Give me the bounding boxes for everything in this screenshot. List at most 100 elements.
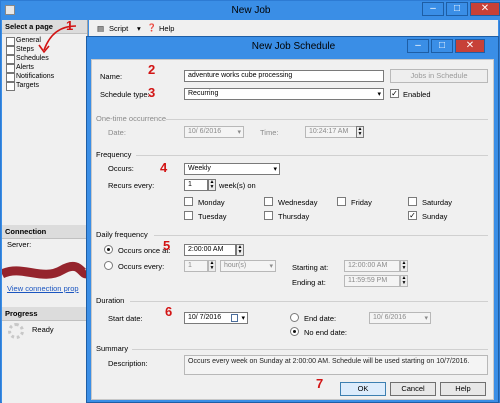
schedule-type-label: Schedule type: xyxy=(100,90,150,99)
daily-frequency-divider xyxy=(154,235,488,236)
frequency-header: Frequency xyxy=(96,150,132,159)
server-label: Server: xyxy=(7,240,32,249)
ok-button[interactable]: OK xyxy=(340,382,386,396)
occurs-select[interactable]: Weekly ▾ xyxy=(184,163,280,175)
annotation-4: 4 xyxy=(160,160,168,175)
enabled-checkbox[interactable]: ✓ xyxy=(390,89,399,98)
recurs-every-input[interactable]: 1 xyxy=(184,179,208,191)
dialog-body: Name: adventure works cube processing Jo… xyxy=(91,59,494,400)
start-date-value: 10/ 7/2016 xyxy=(188,314,222,321)
end-date-radio[interactable] xyxy=(290,313,299,322)
ending-at-input[interactable]: 11:59:59 PM xyxy=(344,275,400,287)
starting-at-spinner[interactable]: ▲ ▼ xyxy=(400,260,408,272)
monday-checkbox[interactable] xyxy=(184,197,193,206)
one-time-time-spinner[interactable]: ▲ ▼ xyxy=(356,126,364,138)
annotation-arrow xyxy=(38,25,77,54)
schedule-type-select[interactable]: Recurring ▾ xyxy=(184,88,384,100)
sunday-checkbox[interactable]: ✓ xyxy=(408,211,417,220)
thursday-checkbox[interactable] xyxy=(264,211,273,220)
chevron-down-icon: ▾ xyxy=(269,263,273,270)
help-button[interactable]: Help xyxy=(159,24,174,33)
close-button[interactable]: ✕ xyxy=(470,2,500,16)
occurs-every-radio[interactable] xyxy=(104,261,113,270)
one-time-date-input[interactable]: 10/ 6/2016 ▾ xyxy=(184,126,244,138)
chevron-down-icon[interactable]: ▾ xyxy=(137,24,141,33)
enabled-label: Enabled xyxy=(403,90,431,99)
daily-frequency-header: Daily frequency xyxy=(96,230,148,239)
occurs-every-spinner[interactable]: ▲ ▼ xyxy=(208,260,216,272)
occurs-once-spinner[interactable]: ▲ ▼ xyxy=(236,244,244,256)
cancel-button[interactable]: Cancel xyxy=(390,382,436,396)
occurs-every-input[interactable]: 1 xyxy=(184,260,208,272)
schedule-type-value: Recurring xyxy=(188,90,219,97)
one-time-time-input[interactable]: 10:24:17 AM xyxy=(305,126,357,138)
dialog-maximize-button[interactable]: □ xyxy=(431,39,453,53)
tuesday-checkbox[interactable] xyxy=(184,211,193,220)
script-icon: ▤ xyxy=(97,24,105,33)
annotation-6: 6 xyxy=(165,304,173,319)
summary-divider xyxy=(132,349,488,350)
one-time-date-value: 10/ 6/2016 xyxy=(188,128,222,135)
saturday-checkbox[interactable] xyxy=(408,197,417,206)
wednesday-checkbox[interactable] xyxy=(264,197,273,206)
summary-header: Summary xyxy=(96,344,129,353)
script-button[interactable]: Script xyxy=(109,24,128,33)
end-date-value: 10/ 6/2016 xyxy=(373,314,407,321)
one-time-divider xyxy=(166,119,488,120)
calendar-dropdown-icon: ▾ xyxy=(237,129,241,136)
recurs-every-spinner[interactable]: ▲ ▼ xyxy=(208,179,216,191)
friday-label: Friday xyxy=(351,198,372,207)
recurs-every-label: Recurs every: xyxy=(108,181,155,190)
no-end-date-radio[interactable] xyxy=(290,327,299,336)
dialog-controls: – □ ✕ xyxy=(405,39,485,53)
progress-status: Ready xyxy=(32,325,54,334)
one-time-header: One-time occurrence xyxy=(96,114,167,123)
view-connection-link[interactable]: View connection prop xyxy=(7,284,79,293)
back-window-controls: – □ ✕ xyxy=(420,2,500,16)
page-selector-panel: Select a page General Steps Schedules Al… xyxy=(0,20,92,403)
thursday-label: Thursday xyxy=(278,212,310,221)
recurs-unit-label: week(s) on xyxy=(219,181,256,190)
one-time-time-label: Time: xyxy=(260,128,279,137)
description-text: Occurs every week on Sunday at 2:00:00 A… xyxy=(184,355,488,375)
name-input[interactable]: adventure works cube processing xyxy=(184,70,384,82)
friday-checkbox[interactable] xyxy=(337,197,346,206)
help-button-dialog[interactable]: Help xyxy=(440,382,486,396)
annotation-3: 3 xyxy=(148,85,156,100)
end-date-input[interactable]: 10/ 6/2016 ▾ xyxy=(369,312,431,324)
annotation-7: 7 xyxy=(316,376,324,391)
progress-spinner-icon xyxy=(8,323,24,339)
occurs-once-input[interactable]: 2:00:00 AM xyxy=(184,244,236,256)
nav-notifications[interactable]: Notifications xyxy=(2,72,87,82)
chevron-down-icon: ▾ xyxy=(424,315,428,322)
jobs-in-schedule-button[interactable]: Jobs in Schedule xyxy=(390,69,488,83)
name-label: Name: xyxy=(100,72,123,81)
nav-targets[interactable]: Targets xyxy=(2,81,87,91)
occurs-every-label: Occurs every: xyxy=(118,262,165,271)
occurs-label: Occurs: xyxy=(108,164,134,173)
occurs-value: Weekly xyxy=(188,165,211,172)
starting-at-input[interactable]: 12:00:00 AM xyxy=(344,260,400,272)
description-label: Description: xyxy=(108,359,148,368)
occurs-every-unit-select[interactable]: hour(s) ▾ xyxy=(220,260,276,272)
dialog-minimize-button[interactable]: – xyxy=(407,39,429,53)
minimize-button[interactable]: – xyxy=(422,2,444,16)
no-end-date-label: No end date: xyxy=(304,328,347,337)
nav-alerts[interactable]: Alerts xyxy=(2,63,87,73)
help-icon: ❓ xyxy=(147,23,157,32)
duration-divider xyxy=(130,301,488,302)
chevron-down-icon: ▾ xyxy=(273,166,277,173)
progress-header: Progress xyxy=(2,307,88,321)
monday-label: Monday xyxy=(198,198,225,207)
start-date-label: Start date: xyxy=(108,314,143,323)
chevron-down-icon: ▾ xyxy=(377,91,381,98)
saturday-label: Saturday xyxy=(422,198,453,207)
annotation-5: 5 xyxy=(163,238,171,253)
maximize-button[interactable]: □ xyxy=(446,2,468,16)
starting-at-label: Starting at: xyxy=(292,263,329,272)
occurs-once-radio[interactable] xyxy=(104,245,113,254)
ending-at-spinner[interactable]: ▲ ▼ xyxy=(400,275,408,287)
start-date-input[interactable]: 10/ 7/2016 ▾ xyxy=(184,312,248,324)
connection-header: Connection xyxy=(2,225,88,239)
dialog-close-button[interactable]: ✕ xyxy=(455,39,485,53)
